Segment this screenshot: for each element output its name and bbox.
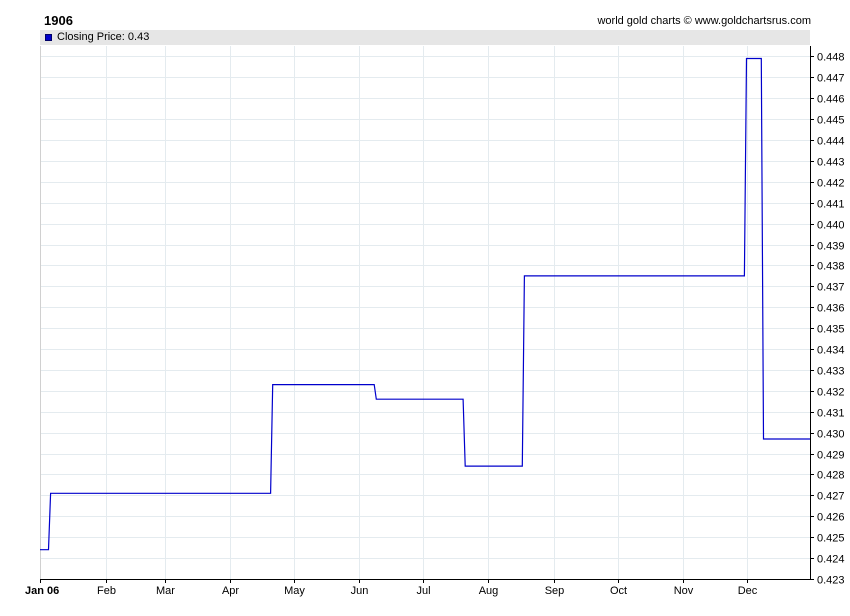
y-tick-label: 0.437 (817, 282, 845, 294)
y-tick-label: 0.424 (817, 554, 845, 566)
y-tick-label: 0.445 (817, 115, 845, 127)
y-tick-label: 0.440 (817, 220, 845, 232)
y-tick-label: 0.423 (817, 575, 845, 587)
closing-price-line (40, 57, 810, 551)
y-tick-label: 0.439 (817, 241, 845, 253)
x-tick-label: Dec (738, 585, 758, 597)
y-tick-label: 0.429 (817, 450, 845, 462)
x-tick-label: Sep (545, 585, 565, 597)
x-tick-label: Oct (610, 585, 627, 597)
y-tick-label: 0.431 (817, 408, 845, 420)
x-tick-label: Nov (674, 585, 694, 597)
y-tick-label: 0.448 (817, 52, 845, 64)
y-tick-label: 0.434 (817, 345, 845, 357)
y-tick-label: 0.441 (817, 199, 845, 211)
y-tick-label: 0.427 (817, 491, 845, 503)
y-tick-label: 0.430 (817, 429, 845, 441)
tick-labels: 0.423 0.424 0.425 0.426 0.427 0.428 0.429 0.430… (25, 52, 845, 598)
y-tick-label: 0.446 (817, 94, 845, 106)
x-tick-label: May (284, 585, 305, 597)
x-tick-label: Jan 06 (25, 585, 59, 597)
y-tick-label: 0.433 (817, 366, 845, 378)
y-tick-label: 0.432 (817, 387, 845, 399)
price-chart: 0.423 0.424 0.425 0.426 0.427 0.428 0.429 0.430… (25, 46, 845, 598)
x-tick-label: Jul (416, 585, 430, 597)
y-tick-label: 0.435 (817, 324, 845, 336)
y-tick-label: 0.428 (817, 470, 845, 482)
x-tick-label: Aug (479, 585, 499, 597)
x-tick-label: Apr (222, 585, 239, 597)
y-tick-label: 0.444 (817, 136, 845, 148)
y-tick-label: 0.436 (817, 303, 845, 315)
y-tick-label: 0.438 (817, 261, 845, 273)
grid (40, 46, 810, 580)
y-tick-label: 0.426 (817, 512, 845, 524)
axes (40, 46, 814, 583)
series (40, 57, 810, 551)
x-tick-label: Jun (351, 585, 369, 597)
y-tick-label: 0.443 (817, 157, 845, 169)
x-tick-label: Feb (97, 585, 116, 597)
x-tick-label: Mar (156, 585, 175, 597)
y-tick-label: 0.442 (817, 178, 845, 190)
y-tick-label: 0.425 (817, 533, 845, 545)
y-tick-label: 0.447 (817, 73, 845, 85)
